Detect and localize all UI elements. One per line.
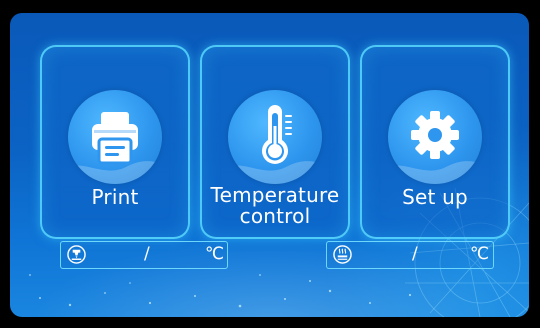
- touch-screen: Print Temperature control Set up / ℃ / ℃: [10, 13, 529, 317]
- bed-temperature-status: / ℃: [326, 241, 494, 269]
- gear-icon: [411, 111, 459, 159]
- heated-bed-icon: [333, 245, 352, 264]
- temperature-label-line1: Temperature: [210, 183, 340, 207]
- nozzle-temperature-separator: /: [144, 244, 150, 264]
- temperature-label-line2: control: [239, 204, 311, 228]
- bed-temperature-separator: /: [412, 244, 418, 264]
- nozzle-icon: [67, 245, 86, 264]
- temperature-control-label: Temperature control: [202, 185, 348, 227]
- setup-button[interactable]: Set up: [360, 45, 510, 239]
- bed-temperature-unit: ℃: [470, 244, 490, 264]
- nozzle-temperature-unit: ℃: [205, 244, 225, 264]
- temperature-icon-circle: [228, 90, 322, 184]
- printer-icon: [92, 112, 138, 165]
- nozzle-temperature-status: / ℃: [60, 241, 228, 269]
- setup-icon-circle: [388, 90, 482, 184]
- setup-label: Set up: [402, 185, 468, 209]
- print-icon-circle: [68, 90, 162, 184]
- print-button[interactable]: Print: [40, 45, 190, 239]
- temperature-control-button[interactable]: Temperature control: [200, 45, 350, 239]
- print-label: Print: [91, 185, 139, 209]
- thermometer-icon: [262, 105, 292, 164]
